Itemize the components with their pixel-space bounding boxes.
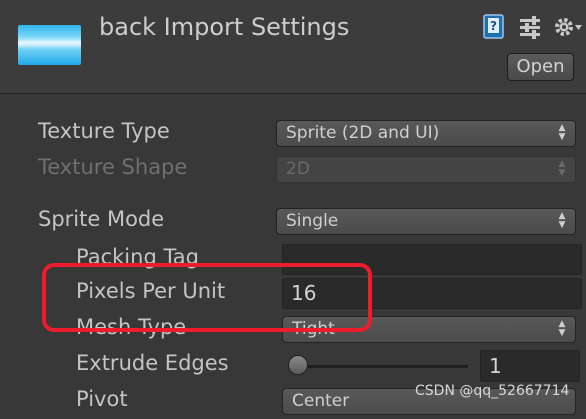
dropdown-arrows-icon: ▲ ▼ xyxy=(558,211,566,230)
preset-sliders-icon[interactable] xyxy=(518,14,542,40)
dropdown-arrows-icon: ▲ ▼ xyxy=(558,319,566,338)
texture-type-value: Sprite (2D and UI) xyxy=(286,123,440,143)
extrude-edges-slider-thumb[interactable] xyxy=(288,355,309,375)
inspector-header: back Import Settings ? Open xyxy=(0,0,586,94)
sprite-mode-label: Sprite Mode xyxy=(38,207,165,231)
extrude-edges-row: Extrude Edges 1 xyxy=(0,349,586,383)
extrude-edges-label: Extrude Edges xyxy=(76,351,229,375)
texture-type-dropdown[interactable]: Sprite (2D and UI) ▲ ▼ xyxy=(276,120,576,147)
highlight-annotation xyxy=(42,263,372,332)
sprite-mode-dropdown[interactable]: Single ▲ ▼ xyxy=(276,208,576,235)
texture-thumbnail xyxy=(18,25,81,65)
texture-shape-label: Texture Shape xyxy=(38,155,188,179)
svg-text:?: ? xyxy=(490,19,497,33)
dropdown-arrows-icon: ▲ ▼ xyxy=(558,159,566,178)
extrude-edges-slider-track[interactable] xyxy=(290,365,468,368)
open-button[interactable]: Open xyxy=(507,53,574,81)
pivot-value: Center xyxy=(292,391,350,411)
watermark: CSDN @qq_52667714 xyxy=(415,383,570,399)
gear-menu-icon[interactable] xyxy=(553,14,583,40)
sprite-mode-value: Single xyxy=(286,211,339,231)
extrude-edges-input[interactable]: 1 xyxy=(480,350,580,382)
texture-shape-dropdown: 2D ▲ ▼ xyxy=(276,156,576,183)
dropdown-arrows-icon: ▲ ▼ xyxy=(558,123,566,142)
texture-shape-row: Texture Shape 2D ▲ ▼ xyxy=(0,153,586,187)
inspector-title: back Import Settings xyxy=(99,13,350,41)
pivot-label: Pivot xyxy=(76,387,128,411)
help-book-icon[interactable]: ? xyxy=(482,14,506,40)
texture-shape-value: 2D xyxy=(286,159,310,179)
texture-type-row: Texture Type Sprite (2D and UI) ▲ ▼ xyxy=(0,117,586,151)
sprite-mode-row: Sprite Mode Single ▲ ▼ xyxy=(0,205,586,239)
texture-type-label: Texture Type xyxy=(38,119,170,143)
